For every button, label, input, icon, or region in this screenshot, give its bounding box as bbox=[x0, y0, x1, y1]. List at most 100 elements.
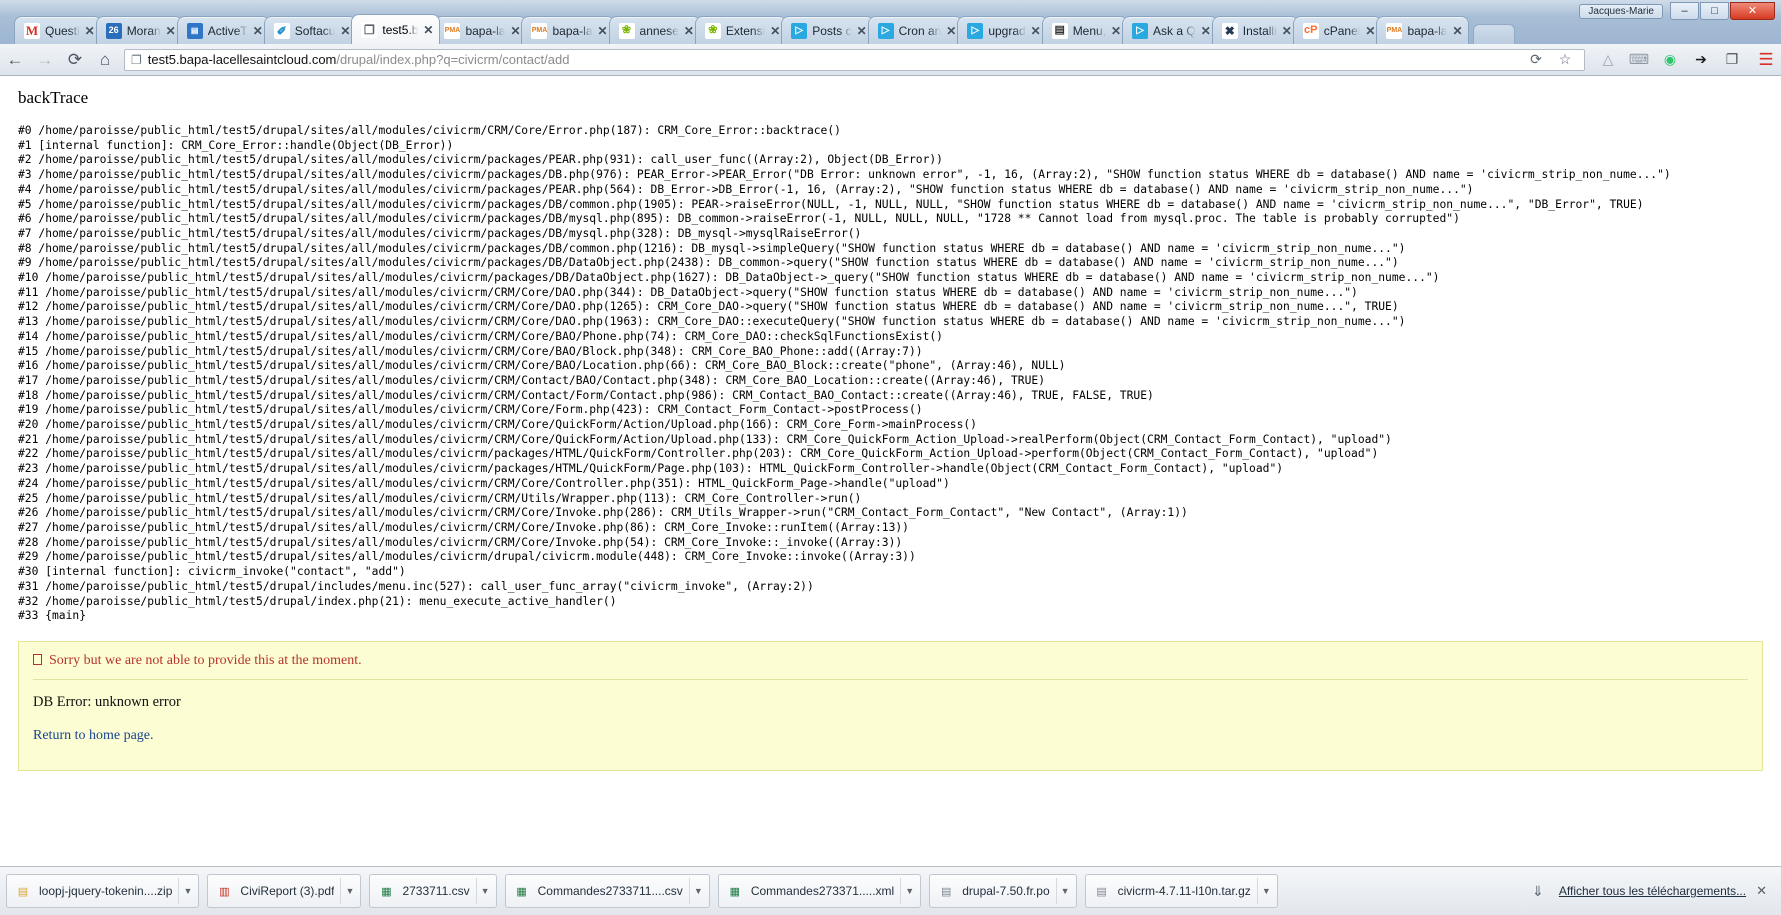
browser-tab[interactable]: ▷upgrad✕ bbox=[957, 16, 1047, 44]
return-home-link[interactable]: Return to home page. bbox=[33, 728, 154, 744]
tab-close-icon[interactable]: ✕ bbox=[855, 24, 869, 38]
download-menu-caret-icon[interactable]: ▼ bbox=[689, 878, 707, 904]
download-item[interactable]: ▥CiviReport (3).pdf▼ bbox=[207, 874, 361, 908]
error-message-box: Sorry but we are not able to provide thi… bbox=[18, 641, 1763, 771]
browser-tab[interactable]: PMAbapa-la✕ bbox=[1376, 16, 1469, 44]
drupal-icon: ▷ bbox=[967, 23, 983, 39]
download-file-name: civicrm-4.7.11-l10n.tar.gz bbox=[1118, 884, 1251, 898]
tab-strip: MQuesti✕26Moran✕▤ActiveT✕✐Softacu✕❐test5… bbox=[0, 0, 1781, 44]
browser-tab[interactable]: ❐test5.b✕ bbox=[351, 14, 440, 44]
drive-icon[interactable]: △ bbox=[1597, 49, 1619, 71]
browser-tab[interactable]: ❀annese✕ bbox=[609, 16, 701, 44]
download-file-name: CiviReport (3).pdf bbox=[240, 884, 334, 898]
browser-tab[interactable]: MQuesti✕ bbox=[14, 16, 102, 44]
close-shelf-icon[interactable]: ✕ bbox=[1756, 883, 1767, 899]
browser-tab[interactable]: ▷ Posts c ✕ bbox=[781, 16, 873, 44]
tab-close-icon[interactable]: ✕ bbox=[508, 24, 522, 38]
tab-close-icon[interactable]: ✕ bbox=[944, 24, 958, 38]
tab-title: Posts c bbox=[812, 24, 851, 38]
minimize-button[interactable]: – bbox=[1670, 2, 1699, 20]
download-file-name: Commandes273371.....xml bbox=[751, 884, 894, 898]
cpanel-icon: cP bbox=[1303, 23, 1319, 39]
error-detail: DB Error: unknown error bbox=[33, 694, 1748, 711]
tab-close-icon[interactable]: ✕ bbox=[251, 24, 265, 38]
contact-card-icon: ▤ bbox=[187, 23, 203, 39]
evernote-icon[interactable]: ◉ bbox=[1659, 49, 1681, 71]
address-bar[interactable]: ❐ test5.bapa-lacellesaintcloud.com /drup… bbox=[124, 49, 1585, 71]
download-shelf: ▤loopj-jquery-tokenin....zip▼▥CiviReport… bbox=[0, 866, 1781, 915]
csv-file-icon: ▦ bbox=[514, 882, 530, 900]
tab-close-icon[interactable]: ✕ bbox=[83, 24, 97, 38]
translate-icon[interactable]: ⟳ bbox=[1525, 49, 1547, 71]
browser-tab[interactable]: ❀Extensi✕ bbox=[695, 16, 787, 44]
browser-tab[interactable]: PMAbapa-la✕ bbox=[434, 16, 527, 44]
browser-tab[interactable]: cPcPanel✕ bbox=[1293, 16, 1383, 44]
close-window-button[interactable]: ✕ bbox=[1730, 2, 1775, 20]
show-all-downloads-link[interactable]: Afficher tous les téléchargements... bbox=[1559, 884, 1746, 898]
browser-toolbar: ← → ⟳ ⌂ ❐ test5.bapa-lacellesaintcloud.c… bbox=[0, 44, 1781, 76]
page-info-icon[interactable]: ❐ bbox=[131, 53, 142, 67]
browser-tab[interactable]: ▷Ask a Q✕ bbox=[1122, 16, 1218, 44]
error-title: Sorry but we are not able to provide thi… bbox=[33, 653, 1748, 680]
back-icon[interactable]: ← bbox=[0, 45, 30, 75]
new-tab-button[interactable] bbox=[1473, 24, 1515, 44]
browser-tab[interactable]: ▷Cron an✕ bbox=[868, 16, 964, 44]
tab-close-icon[interactable]: ✕ bbox=[1280, 24, 1294, 38]
tab-close-icon[interactable]: ✕ bbox=[1363, 24, 1377, 38]
download-menu-caret-icon[interactable]: ▼ bbox=[900, 878, 918, 904]
download-menu-caret-icon[interactable]: ▼ bbox=[340, 878, 358, 904]
tab-close-icon[interactable]: ✕ bbox=[164, 24, 178, 38]
download-menu-caret-icon[interactable]: ▼ bbox=[1056, 878, 1074, 904]
download-item[interactable]: ▦ Commandes273371.....xml ▼ bbox=[718, 874, 921, 908]
download-item[interactable]: ▤loopj-jquery-tokenin....zip▼ bbox=[6, 874, 199, 908]
share-icon[interactable]: ➔ bbox=[1690, 49, 1712, 71]
calendar-icon: 26 bbox=[106, 23, 122, 39]
browser-window: MQuesti✕26Moran✕▤ActiveT✕✐Softacu✕❐test5… bbox=[0, 0, 1781, 915]
civicrm-icon: ❀ bbox=[705, 23, 721, 39]
document-icon: ❐ bbox=[361, 22, 377, 38]
keys-icon[interactable]: ⌨ bbox=[1628, 49, 1650, 71]
tab-title: bapa-la bbox=[1407, 24, 1447, 38]
po-file-icon: ▤ bbox=[938, 882, 954, 900]
download-item[interactable]: ▤civicrm-4.7.11-l10n.tar.gz▼ bbox=[1085, 874, 1278, 908]
browser-tab[interactable]: PMAbapa-la✕ bbox=[521, 16, 614, 44]
browser-tab[interactable]: ▤ActiveT✕ bbox=[177, 16, 270, 44]
reload-icon[interactable]: ⟳ bbox=[60, 45, 90, 75]
tab-close-icon[interactable]: ✕ bbox=[421, 23, 435, 37]
maximize-button[interactable]: □ bbox=[1700, 2, 1729, 20]
gmail-icon: M bbox=[24, 23, 40, 39]
tab-close-icon[interactable]: ✕ bbox=[1450, 24, 1464, 38]
page-content: backTrace #0 /home/paroisse/public_html/… bbox=[8, 76, 1781, 771]
chrome-menu-icon[interactable]: ☰ bbox=[1751, 45, 1781, 75]
download-menu-caret-icon[interactable]: ▼ bbox=[178, 878, 196, 904]
drupal-icon: ▷ bbox=[791, 23, 807, 39]
forward-icon[interactable]: → bbox=[30, 45, 60, 75]
download-menu-caret-icon[interactable]: ▼ bbox=[1257, 878, 1275, 904]
home-icon[interactable]: ⌂ bbox=[90, 45, 120, 75]
tab-close-icon[interactable]: ✕ bbox=[1109, 24, 1123, 38]
phpmyadmin-icon: PMA bbox=[444, 23, 460, 39]
download-menu-caret-icon[interactable]: ▼ bbox=[476, 878, 494, 904]
download-item[interactable]: ▦2733711.csv▼ bbox=[369, 874, 496, 908]
windows-icon[interactable]: ❐ bbox=[1721, 49, 1743, 71]
xml-file-icon: ▦ bbox=[727, 882, 743, 900]
browser-tab[interactable]: ✐Softacu✕ bbox=[264, 16, 358, 44]
tab-close-icon[interactable]: ✕ bbox=[1029, 24, 1043, 38]
tab-close-icon[interactable]: ✕ bbox=[1199, 24, 1213, 38]
tab-close-icon[interactable]: ✕ bbox=[768, 24, 782, 38]
tab-close-icon[interactable]: ✕ bbox=[338, 24, 352, 38]
bookmark-star-icon[interactable]: ☆ bbox=[1554, 49, 1576, 71]
tab-close-icon[interactable]: ✕ bbox=[682, 24, 696, 38]
tab-close-icon[interactable]: ✕ bbox=[596, 24, 610, 38]
user-profile-chip[interactable]: Jacques-Marie bbox=[1579, 4, 1663, 19]
browser-tab[interactable]: ✖Installi✕ bbox=[1212, 16, 1299, 44]
page-viewport: backTrace #0 /home/paroisse/public_html/… bbox=[0, 76, 1781, 866]
csv-file-icon: ▦ bbox=[378, 882, 394, 900]
browser-tab[interactable]: 26Moran✕ bbox=[96, 16, 183, 44]
browser-tab[interactable]: ▤Menu,✕ bbox=[1042, 16, 1128, 44]
url-path: /drupal/index.php?q=civicrm/contact/add bbox=[336, 52, 569, 67]
download-item[interactable]: ▦Commandes2733711....csv▼ bbox=[505, 874, 710, 908]
tab-title: Cron an bbox=[899, 24, 942, 38]
download-item[interactable]: ▤drupal-7.50.fr.po▼ bbox=[929, 874, 1076, 908]
tab-title: Installi bbox=[1243, 24, 1277, 38]
